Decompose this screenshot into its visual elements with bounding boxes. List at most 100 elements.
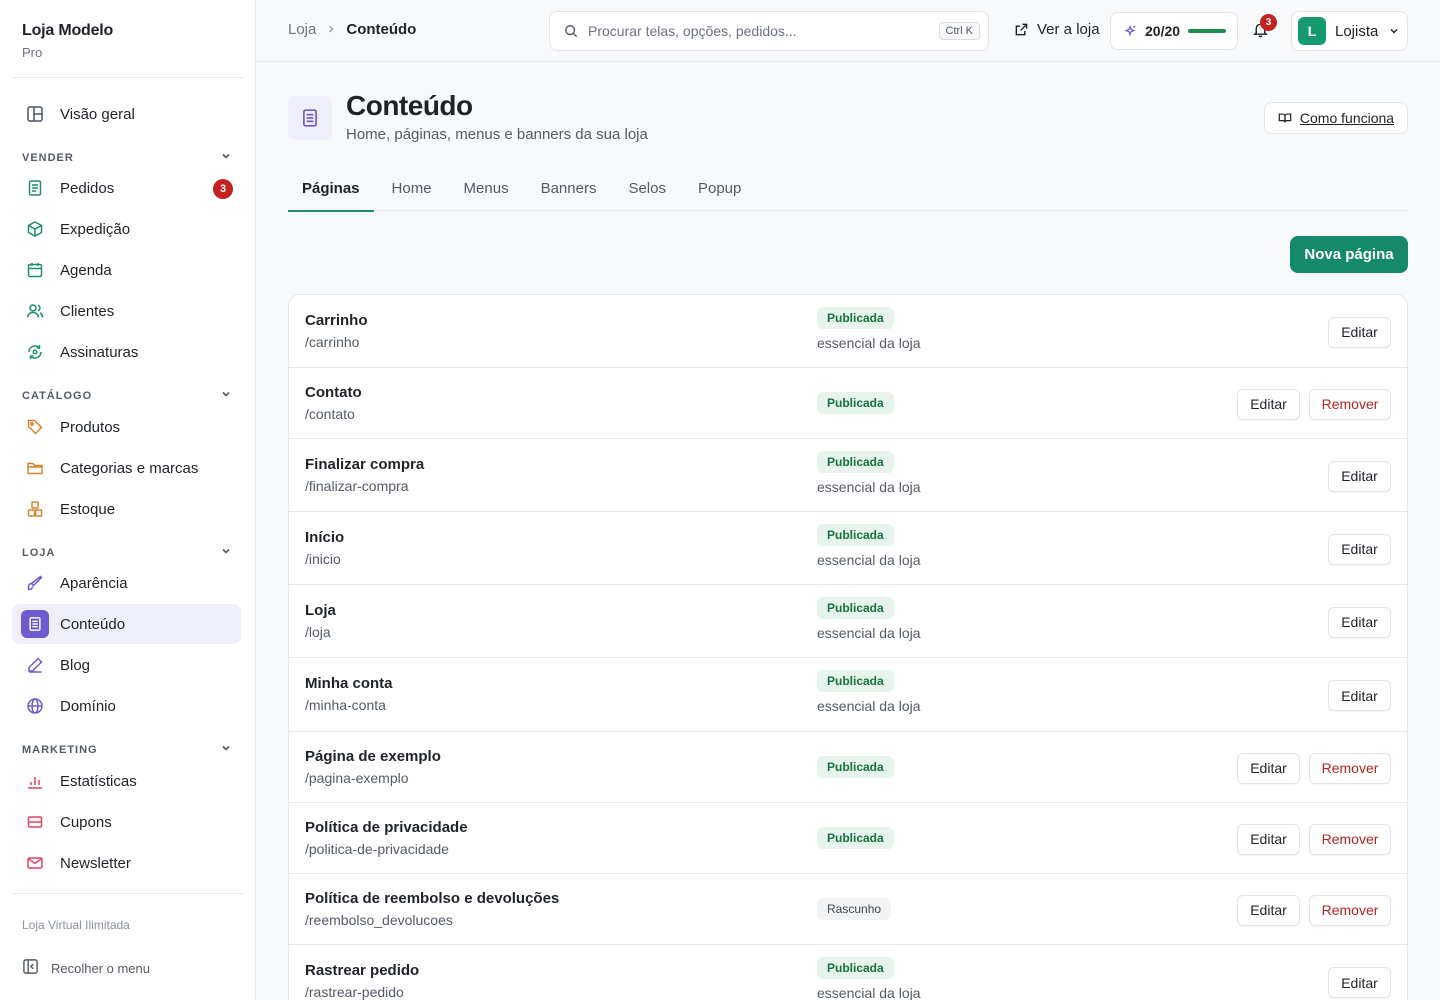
users-icon <box>25 301 45 321</box>
layout-icon <box>25 104 45 124</box>
page-slug: /carrinho <box>305 333 360 350</box>
chevron-right-icon <box>326 22 336 37</box>
sidebar-item-categories[interactable]: Categorias e marcas <box>12 448 241 488</box>
sidebar-item-domain[interactable]: Domínio <box>12 686 241 726</box>
section-title: VENDER <box>22 151 74 164</box>
page-slug: /pagina-exemplo <box>305 769 409 786</box>
sidebar-item-label: Visão geral <box>60 105 135 123</box>
sidebar-item-label: Blog <box>60 656 91 674</box>
table-row: Política de reembolso e devoluções/reemb… <box>289 874 1407 945</box>
remove-button[interactable]: Remover <box>1309 823 1391 855</box>
folder-icon <box>25 458 45 478</box>
table-row: Contato/contato Publicada Editar Remover <box>289 368 1407 439</box>
book-icon <box>1278 111 1292 125</box>
notifications-badge: 3 <box>1260 14 1277 31</box>
edit-button[interactable]: Editar <box>1237 752 1300 784</box>
new-page-button[interactable]: Nova página <box>1290 236 1408 273</box>
remove-button[interactable]: Remover <box>1309 752 1391 784</box>
user-menu[interactable]: L Lojista <box>1291 11 1408 51</box>
edit-button[interactable]: Editar <box>1328 316 1391 348</box>
table-row: Loja/loja Publicada essencial da loja Edita… <box>289 585 1407 658</box>
tab-item[interactable]: Banners <box>527 168 611 211</box>
tab-item[interactable]: Home <box>378 168 446 211</box>
page-slug: /finalizar-compra <box>305 477 409 494</box>
status-badge: Publicada <box>817 957 894 979</box>
sidebar-item-stock[interactable]: Estoque <box>12 489 241 529</box>
avatar: L <box>1298 17 1326 45</box>
section-store[interactable]: LOJA <box>22 545 232 560</box>
edit-button[interactable]: Editar <box>1328 680 1391 711</box>
essential-note: essencial da loja <box>817 985 921 1000</box>
sidebar-item-customers[interactable]: Clientes <box>12 291 241 331</box>
page-subtitle: Home, páginas, menus e banners da sua lo… <box>346 126 648 143</box>
table-row: Finalizar compra/finalizar-compra Publica… <box>289 439 1407 512</box>
page-name: Carrinho <box>305 311 368 329</box>
sidebar-item-products[interactable]: Produtos <box>12 407 241 447</box>
page-name: Política de privacidade <box>305 818 468 836</box>
status-badge: Publicada <box>817 450 894 473</box>
status-badge: Publicada <box>817 523 894 546</box>
sidebar-item-blog[interactable]: Blog <box>12 645 241 685</box>
search-placeholder: Procurar telas, opções, pedidos... <box>588 23 797 39</box>
edit-button[interactable]: Editar <box>1328 606 1391 638</box>
globe-icon <box>25 696 45 716</box>
tab-item[interactable]: Selos <box>614 168 680 211</box>
breadcrumb-store[interactable]: Loja <box>288 21 316 38</box>
section-marketing[interactable]: MARKETING <box>22 742 232 757</box>
section-sell[interactable]: VENDER <box>22 150 232 165</box>
page-slug: /minha-conta <box>305 697 386 713</box>
tab-item[interactable]: Menus <box>450 168 523 211</box>
sidebar-item-label: Pedidos <box>60 179 115 197</box>
essential-note: essencial da loja <box>817 551 921 568</box>
edit-button[interactable]: Editar <box>1328 967 1391 998</box>
store-plan: Pro <box>22 45 43 60</box>
document-icon <box>300 108 320 128</box>
sidebar-item-appearance[interactable]: Aparência <box>12 563 241 603</box>
remove-button[interactable]: Remover <box>1309 388 1391 420</box>
sidebar-item-orders[interactable]: Pedidos 3 <box>12 168 241 208</box>
sidebar-item-label: Cupons <box>60 813 112 831</box>
chevron-down-icon <box>220 150 232 165</box>
pages-list: Carrinho/carrinho Publicada essencial da l… <box>288 294 1408 1000</box>
usage-quota[interactable]: 20/20 <box>1110 12 1238 50</box>
sidebar-item-stats[interactable]: Estatísticas <box>12 761 241 801</box>
sidebar-item-schedule[interactable]: Agenda <box>12 250 241 290</box>
table-row: Política de privacidade/politica-de-priv… <box>289 803 1407 874</box>
orders-badge: 3 <box>213 179 233 199</box>
notifications-button[interactable]: 3 <box>1252 14 1277 42</box>
search-input[interactable]: Procurar telas, opções, pedidos... Ctrl … <box>549 11 989 51</box>
section-catalog[interactable]: CATÁLOGO <box>22 388 232 403</box>
sidebar: Loja Modelo Pro Visão geral VENDER Pedid… <box>0 0 256 1000</box>
sidebar-item-coupons[interactable]: Cupons <box>12 802 241 842</box>
edit-button[interactable]: Editar <box>1328 533 1391 565</box>
sidebar-item-label: Estoque <box>60 500 116 518</box>
remove-button[interactable]: Remover <box>1309 894 1391 926</box>
search-shortcut: Ctrl K <box>938 22 980 40</box>
sidebar-item-newsletter[interactable]: Newsletter <box>12 843 241 883</box>
view-store-link[interactable]: Ver a loja <box>1014 21 1100 38</box>
search-icon <box>564 24 578 38</box>
refresh-icon <box>25 342 45 362</box>
sidebar-item-shipping[interactable]: Expedição <box>12 209 241 249</box>
how-it-works-button[interactable]: Como funciona <box>1264 102 1408 134</box>
edit-button[interactable]: Editar <box>1237 894 1300 926</box>
tab-item[interactable]: Popup <box>684 168 755 211</box>
brand[interactable]: Loja Modelo Pro <box>22 22 113 60</box>
page-name: Loja <box>305 601 336 619</box>
collapse-menu-button[interactable]: Recolher o menu <box>22 958 150 978</box>
sidebar-item-overview[interactable]: Visão geral <box>12 94 241 134</box>
sidebar-item-content[interactable]: Conteúdo <box>12 604 241 644</box>
edit-button[interactable]: Editar <box>1328 460 1391 492</box>
status-badge: Rascunho <box>817 897 892 920</box>
sidebar-collapse-icon <box>22 958 39 978</box>
status-badge: Publicada <box>817 826 894 849</box>
edit-button[interactable]: Editar <box>1237 823 1300 855</box>
tab-item[interactable]: Páginas <box>288 168 374 212</box>
sidebar-item-subscriptions[interactable]: Assinaturas <box>12 332 241 372</box>
edit-button[interactable]: Editar <box>1237 388 1300 420</box>
table-row: Minha conta/minha-conta Publicada essencia… <box>289 658 1407 732</box>
page-title: Conteúdo <box>346 90 473 121</box>
pen-icon <box>25 655 45 675</box>
status-badge: Publicada <box>817 391 894 414</box>
page-name: Início <box>305 528 345 546</box>
